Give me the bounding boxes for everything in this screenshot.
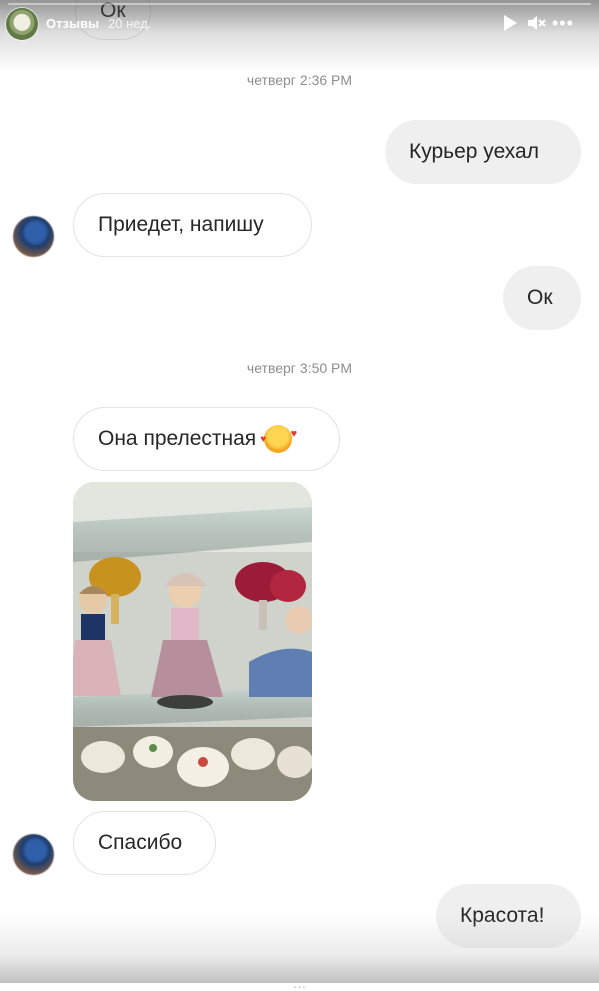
bottom-fade-overlay bbox=[0, 913, 599, 983]
message-text: Она прелестная bbox=[98, 427, 257, 450]
avatar[interactable] bbox=[13, 834, 54, 875]
message-text: Курьер уехал bbox=[409, 140, 539, 163]
avatar[interactable] bbox=[13, 216, 54, 257]
incoming-message[interactable]: Приедет, напишу bbox=[73, 193, 312, 257]
timestamp: четверг 3:50 PM bbox=[246, 360, 353, 376]
photo-porcelain-figurines-icon bbox=[73, 482, 312, 801]
message-text: Спасибо bbox=[98, 831, 183, 854]
more-icon[interactable]: ••• bbox=[552, 14, 574, 32]
profile-avatar[interactable] bbox=[6, 8, 38, 40]
mute-icon[interactable] bbox=[526, 14, 546, 32]
outgoing-message[interactable]: Ок bbox=[503, 266, 581, 330]
message-text: Ок bbox=[527, 286, 553, 309]
chat-thread: Ок четверг2:36 PM Курьер уехал Приедет, … bbox=[0, 0, 599, 991]
story-time-ago: 20 нед. bbox=[108, 16, 152, 31]
message-photo[interactable] bbox=[73, 482, 312, 801]
incoming-message[interactable]: Спасибо bbox=[73, 811, 216, 875]
story-progress-bar bbox=[8, 3, 591, 5]
outgoing-message[interactable]: Курьер уехал bbox=[385, 120, 581, 184]
timestamp: четверг 2:36 PM bbox=[246, 72, 353, 88]
story-title[interactable]: Отзывы bbox=[46, 16, 99, 31]
incoming-message[interactable]: Она прелестная bbox=[73, 407, 340, 471]
play-icon[interactable] bbox=[502, 14, 518, 37]
story-header: Отзывы 20 нед. ••• bbox=[0, 0, 599, 72]
smiling-face-with-hearts-icon bbox=[260, 421, 297, 453]
message-text: Приедет, напишу bbox=[98, 213, 264, 236]
